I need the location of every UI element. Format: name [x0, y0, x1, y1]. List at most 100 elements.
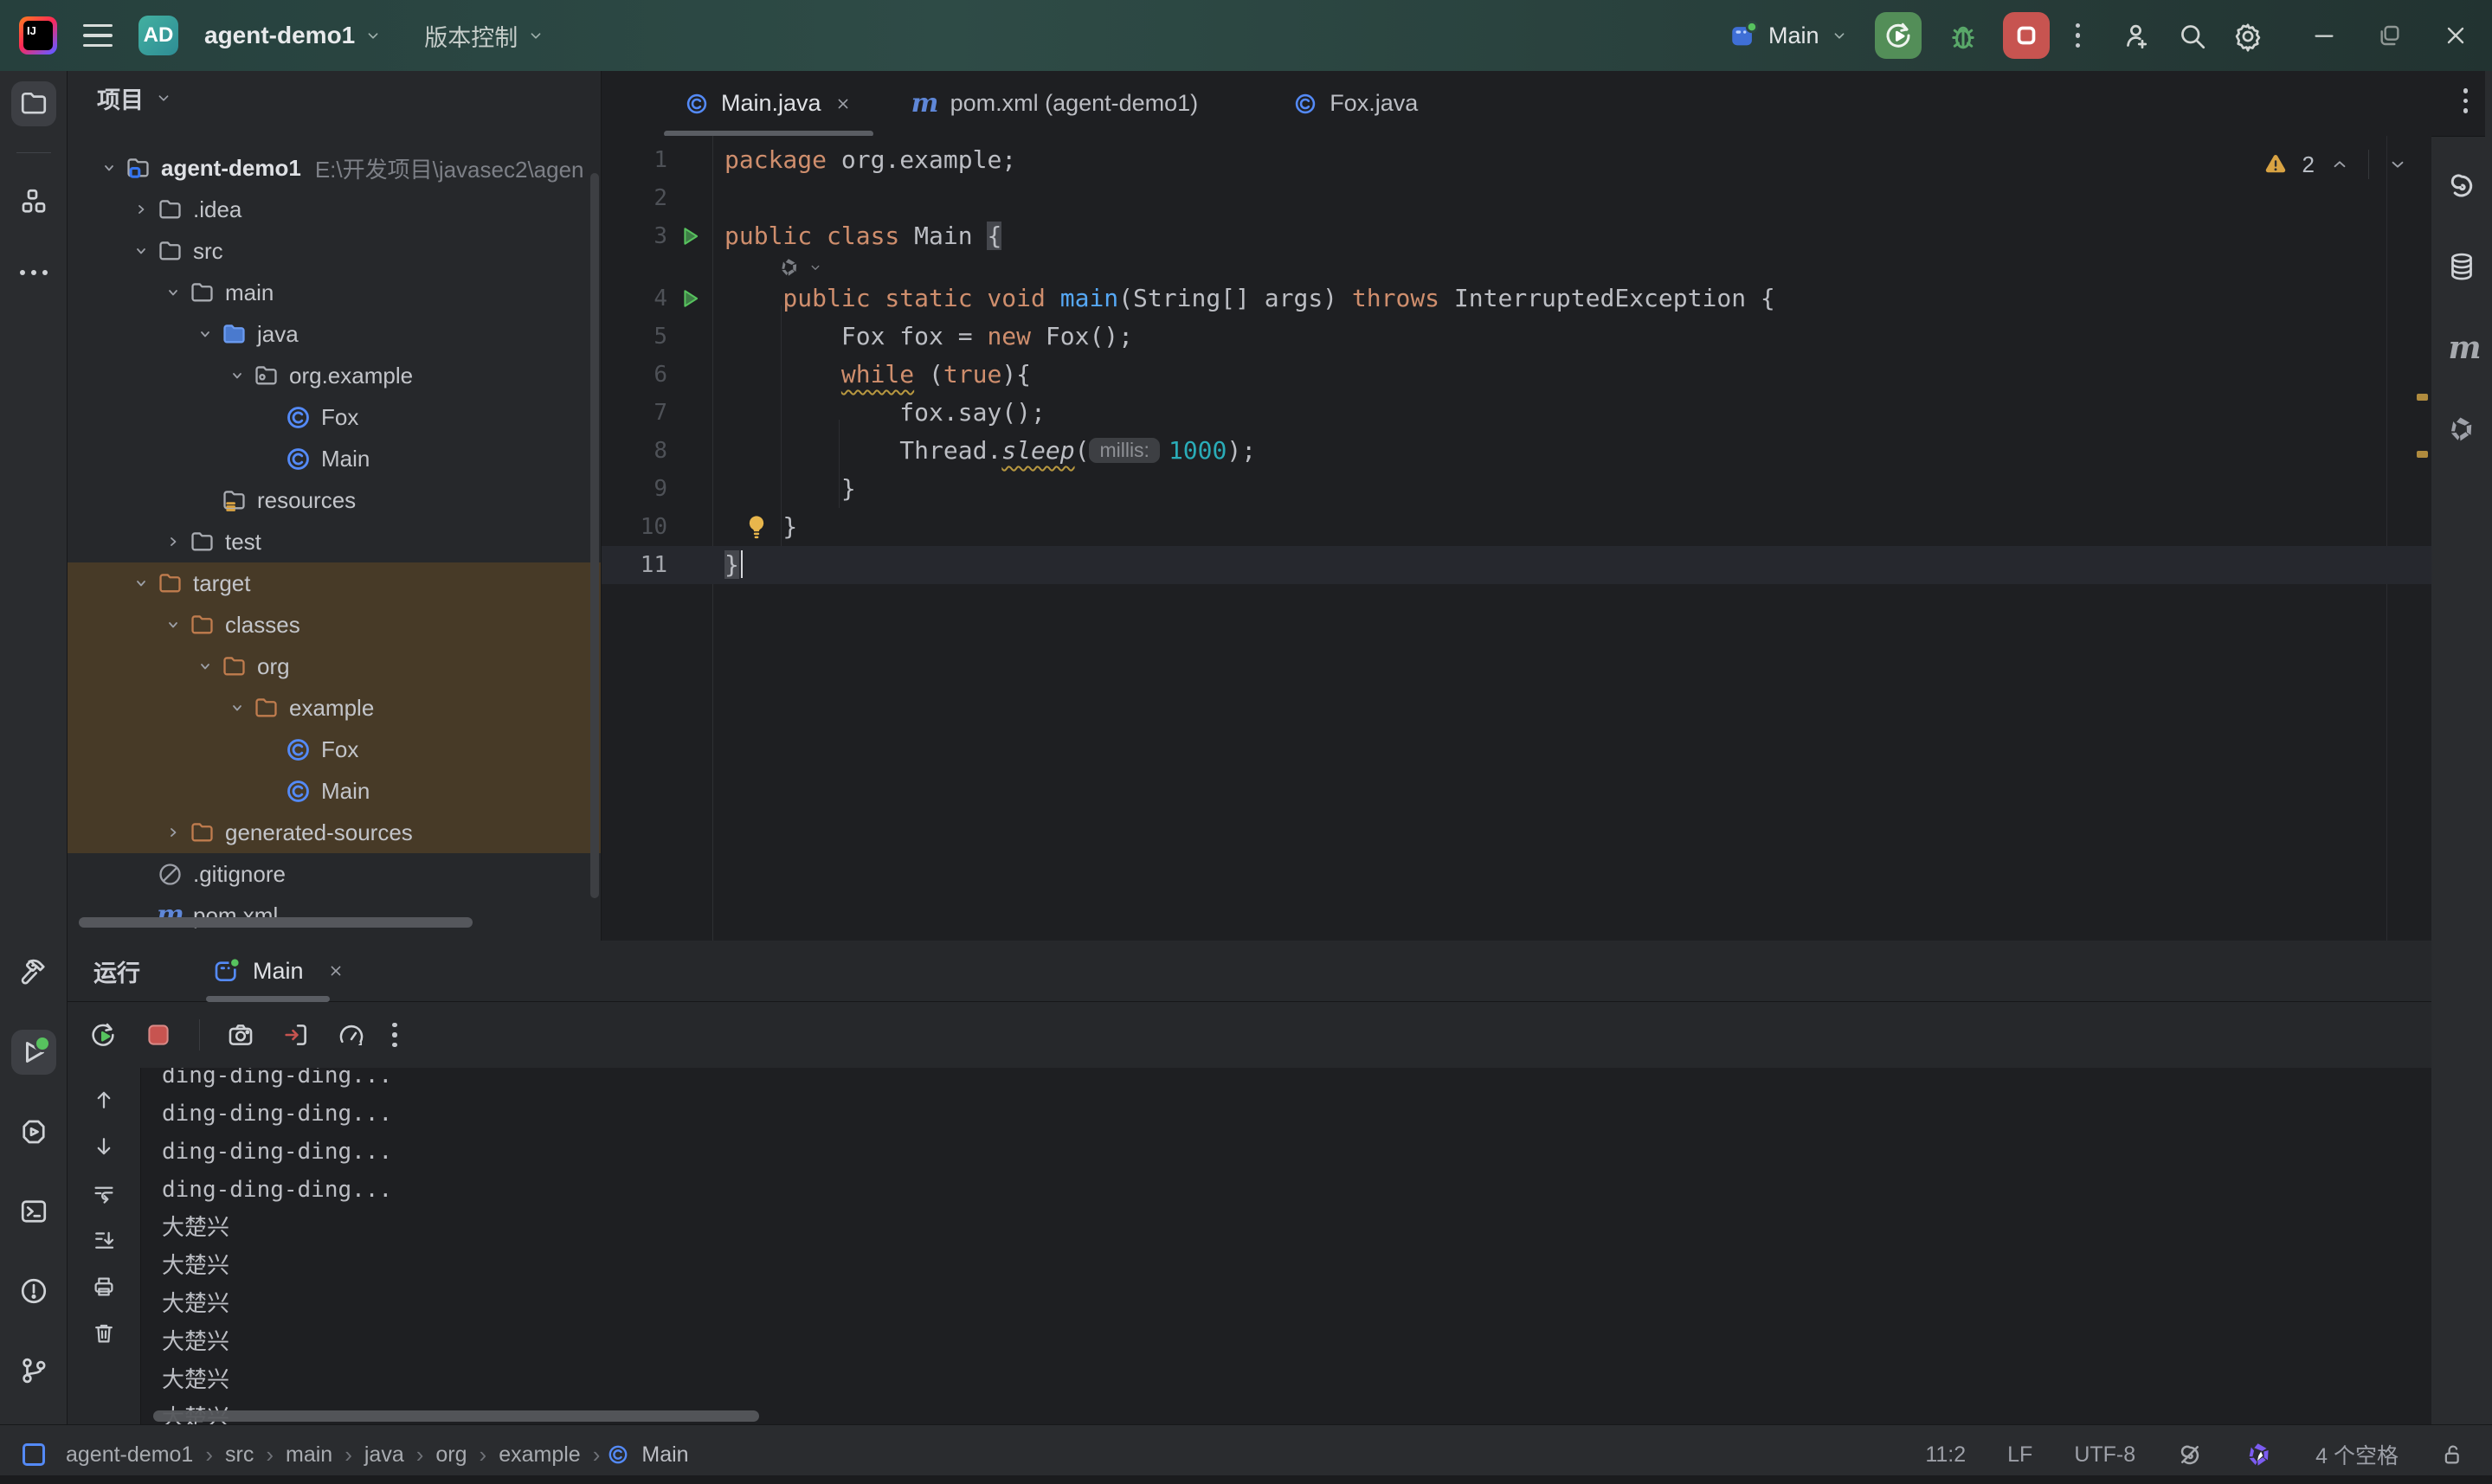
- line-separator[interactable]: LF: [2007, 1442, 2032, 1468]
- breadcrumb-item[interactable]: Main: [636, 1442, 693, 1468]
- project-selector[interactable]: agent-demo1: [204, 22, 383, 49]
- tab-fox-java[interactable]: Fox.java: [1264, 71, 1447, 136]
- next-warning-button[interactable]: [2386, 153, 2409, 176]
- tree-item-target[interactable]: target: [68, 562, 601, 604]
- intention-bulb-icon[interactable]: [743, 512, 770, 542]
- close-icon[interactable]: [326, 961, 345, 980]
- run-configuration-selector[interactable]: Main: [1729, 21, 1849, 50]
- project-panel-header[interactable]: 项目: [68, 71, 601, 125]
- ai-plugin-button[interactable]: [2439, 407, 2484, 452]
- rerun-button[interactable]: [1875, 12, 1922, 59]
- thread-dump-camera-icon[interactable]: [226, 1020, 255, 1050]
- code-line-11-current[interactable]: 11 }: [602, 546, 2431, 584]
- chevron-down-icon[interactable]: [126, 235, 157, 267]
- error-stripe-warning-mark[interactable]: [2417, 394, 2428, 401]
- up-stack-trace-icon[interactable]: [91, 1087, 117, 1113]
- stop-button[interactable]: [2003, 12, 2050, 59]
- indent-setting[interactable]: 4 个空格: [2315, 1439, 2399, 1470]
- ai-inline-hint[interactable]: [602, 255, 2431, 279]
- run-method-icon[interactable]: [677, 286, 703, 312]
- tree-item-example[interactable]: example: [68, 687, 601, 729]
- clear-console-icon[interactable]: [91, 1320, 117, 1346]
- console-horizontal-scrollbar[interactable]: [153, 1410, 759, 1422]
- more-tool-windows-button[interactable]: [11, 250, 56, 295]
- chevron-down-icon[interactable]: [158, 277, 189, 308]
- breadcrumb-item[interactable]: src: [220, 1442, 259, 1468]
- chevron-down-icon[interactable]: [158, 609, 189, 640]
- file-encoding[interactable]: UTF-8: [2074, 1442, 2135, 1468]
- build-tool-window-button[interactable]: [11, 950, 56, 995]
- terminal-tool-window-button[interactable]: [11, 1189, 56, 1234]
- run-tab-main[interactable]: Main: [206, 941, 352, 1001]
- breadcrumb-item[interactable]: example: [493, 1442, 586, 1468]
- tree-item-java[interactable]: java: [68, 313, 601, 355]
- structure-tool-window-button[interactable]: [11, 179, 56, 224]
- chevron-down-icon[interactable]: [190, 651, 221, 682]
- run-panel-title[interactable]: 运行: [93, 954, 140, 988]
- tree-item-main-class[interactable]: Main: [68, 438, 601, 479]
- vcs-widget[interactable]: 版本控制: [424, 19, 545, 53]
- error-stripe-warning-mark[interactable]: [2417, 451, 2428, 458]
- more-actions-button[interactable]: [2076, 23, 2081, 48]
- chevron-down-icon[interactable]: [190, 318, 221, 350]
- tree-item-src[interactable]: src: [68, 230, 601, 272]
- chevron-down-icon[interactable]: [222, 692, 253, 723]
- restore-button[interactable]: [2376, 22, 2404, 49]
- run-class-icon[interactable]: [677, 223, 703, 249]
- code-line-1[interactable]: 1 package org.example;: [602, 141, 2431, 179]
- code-line-9[interactable]: 9 }: [602, 470, 2431, 508]
- more-run-options-button[interactable]: [392, 1023, 397, 1048]
- database-button[interactable]: [2439, 244, 2484, 289]
- search-everywhere-button[interactable]: [2177, 21, 2206, 50]
- code-line-8[interactable]: 8 Thread.sleep(millis:1000);: [602, 432, 2431, 470]
- tree-item-fox-compiled[interactable]: Fox: [68, 729, 601, 770]
- tree-item-main[interactable]: main: [68, 272, 601, 313]
- tree-item-org[interactable]: org: [68, 646, 601, 687]
- console-output[interactable]: ding-ding-ding... ding-ding-ding... ding…: [68, 1068, 2431, 1424]
- maven-button[interactable]: m: [2439, 325, 2484, 370]
- ai-assistant-button[interactable]: [2439, 163, 2484, 208]
- scroll-to-end-icon[interactable]: [91, 1227, 117, 1253]
- ai-disabled-indicator[interactable]: [2177, 1442, 2203, 1468]
- project-vertical-scrollbar[interactable]: [590, 173, 599, 898]
- console-text-area[interactable]: ding-ding-ding... ding-ding-ding... ding…: [141, 1068, 2431, 1424]
- tree-item-classes[interactable]: classes: [68, 604, 601, 646]
- down-stack-trace-icon[interactable]: [91, 1134, 117, 1160]
- chevron-down-icon[interactable]: [222, 360, 253, 391]
- tree-item-idea[interactable]: .idea: [68, 189, 601, 230]
- chevron-down-icon[interactable]: [93, 152, 125, 183]
- caret-position[interactable]: 11:2: [1925, 1442, 1966, 1468]
- code-line-3[interactable]: 3 public class Main {: [602, 217, 2431, 255]
- breadcrumb-item[interactable]: java: [359, 1442, 409, 1468]
- debug-button[interactable]: [1948, 21, 1977, 50]
- problems-tool-window-button[interactable]: [11, 1269, 56, 1314]
- chevron-down-icon[interactable]: [126, 568, 157, 599]
- tree-item-main-compiled[interactable]: Main: [68, 770, 601, 812]
- close-icon[interactable]: [834, 94, 853, 113]
- code-line-2[interactable]: 2: [602, 179, 2431, 217]
- breadcrumb-item[interactable]: org: [430, 1442, 472, 1468]
- run-tool-window-button[interactable]: [11, 1030, 56, 1075]
- stop-icon[interactable]: [144, 1020, 173, 1050]
- minimize-button[interactable]: [2310, 22, 2338, 49]
- soft-wrap-icon[interactable]: [91, 1180, 117, 1206]
- tree-item-fox-class[interactable]: Fox: [68, 396, 601, 438]
- profiler-gauge-icon[interactable]: [337, 1020, 366, 1050]
- main-menu-button[interactable]: [83, 24, 113, 47]
- tree-item-test[interactable]: test: [68, 521, 601, 562]
- chevron-right-icon[interactable]: [158, 526, 189, 557]
- breadcrumb-item[interactable]: main: [280, 1442, 338, 1468]
- code-line-7[interactable]: 7 fox.say();: [602, 394, 2431, 432]
- code-line-6[interactable]: 6 while (true){: [602, 356, 2431, 394]
- settings-button[interactable]: [2232, 21, 2262, 50]
- tab-options-button[interactable]: [2463, 88, 2469, 113]
- code-editor[interactable]: 1 package org.example; 2 3 public class …: [602, 136, 2431, 941]
- code-with-me-button[interactable]: [2122, 21, 2151, 50]
- chevron-right-icon[interactable]: [126, 194, 157, 225]
- tab-main-java[interactable]: Main.java: [655, 71, 882, 136]
- tree-item-generated-sources[interactable]: generated-sources: [68, 812, 601, 853]
- tree-item-pom[interactable]: m pom.xml: [68, 895, 601, 936]
- inspections-widget[interactable]: 2: [2263, 150, 2409, 179]
- close-button[interactable]: [2442, 22, 2469, 49]
- tree-item-project-root[interactable]: agent-demo1 E:\开发项目\javasec2\agen: [68, 147, 601, 189]
